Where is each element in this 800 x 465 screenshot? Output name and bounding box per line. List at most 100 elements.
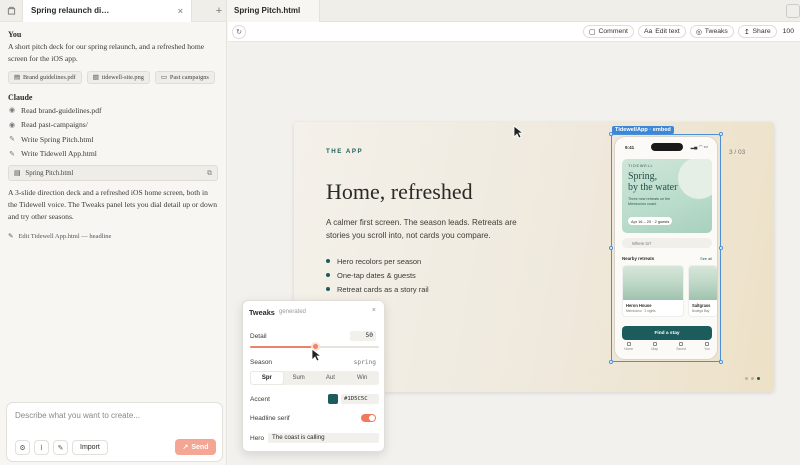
file-icon: ▤ xyxy=(14,170,21,177)
assistant-name: Claude xyxy=(8,93,33,102)
selection-outline[interactable] xyxy=(611,134,721,362)
zoom-level[interactable]: 100 xyxy=(781,25,796,38)
bullet-dot xyxy=(326,259,330,263)
selection-label: TidewellApp · embed xyxy=(612,126,674,134)
edit-text-button[interactable]: Aa Edit text xyxy=(637,25,686,38)
comment-button[interactable]: ▢ Comment xyxy=(583,25,634,38)
detail-value[interactable]: 50 xyxy=(350,331,376,341)
resize-handle[interactable] xyxy=(609,360,613,364)
resize-handle[interactable] xyxy=(609,246,613,250)
cursor-icon xyxy=(513,125,523,139)
tools-icon[interactable]: ⚙ xyxy=(15,440,30,455)
slider-fill xyxy=(250,346,315,348)
file-icon: ▤ xyxy=(14,74,20,81)
home-icon[interactable] xyxy=(0,0,22,22)
chat-thread: You A short pitch deck for our spring re… xyxy=(0,26,226,240)
step-item: ◉ Read brand-guidelines.pdf xyxy=(8,105,102,115)
send-icon: ↗ xyxy=(182,444,189,451)
text-icon: Aa xyxy=(643,28,653,35)
accent-hex-input[interactable]: #1D5C5C xyxy=(341,394,379,404)
send-button[interactable]: ↗ Send xyxy=(175,439,216,455)
step-item: ◉ Read past-campaigns/ xyxy=(8,120,88,130)
edit-note: ✎ Edit Tidewell App.html — headline xyxy=(8,232,112,241)
resize-handle[interactable] xyxy=(719,360,723,364)
attach-icon[interactable]: ⌇ xyxy=(34,440,49,455)
page-dot[interactable] xyxy=(745,377,748,380)
tab-title: Spring relaunch di… xyxy=(31,6,110,15)
pencil-icon: ✎ xyxy=(9,135,15,144)
close-icon[interactable]: × xyxy=(178,6,183,16)
bullet-item: One-tap dates & guests xyxy=(326,268,429,282)
season-option-spr[interactable]: Spr xyxy=(251,372,283,384)
panel-toggle-icon[interactable] xyxy=(786,3,800,18)
tweaks-generated-tag: generated xyxy=(279,309,307,315)
tab-spring-pitch[interactable]: Spring Pitch.html xyxy=(228,0,320,22)
close-icon[interactable]: × xyxy=(372,307,376,314)
attachment-chip[interactable]: ▤ Brand guidelines.pdf xyxy=(8,71,82,84)
user-name: You xyxy=(8,30,22,39)
hero-text-input[interactable]: The coast is calling xyxy=(268,433,379,443)
season-label: Season xyxy=(250,359,273,366)
image-icon: ▧ xyxy=(92,74,99,81)
share-icon: ↥ xyxy=(743,28,750,36)
tweaks-title: Tweaks xyxy=(249,308,275,317)
page-dot-active[interactable] xyxy=(757,377,760,380)
season-value: spring xyxy=(353,359,376,366)
bullet-item: Hero recolors per season xyxy=(326,254,429,268)
tweaks-panel: Tweaks generated × Detail 50 Season spri… xyxy=(242,300,385,452)
pencil-icon: ✎ xyxy=(8,233,14,240)
file-card[interactable]: ▤ Spring Pitch.html ⧉ xyxy=(8,165,218,181)
hero-label: Hero xyxy=(250,435,265,442)
cursor-icon xyxy=(311,348,321,362)
bullet-dot xyxy=(326,287,330,291)
page-dots[interactable] xyxy=(745,377,760,380)
chat-pane: Spring relaunch di… × + You A short pitc… xyxy=(0,0,227,465)
share-button[interactable]: ↥ Share xyxy=(737,25,777,38)
resize-handle[interactable] xyxy=(719,132,723,136)
pencil-icon[interactable]: ✎ xyxy=(53,440,68,455)
import-button[interactable]: Import xyxy=(72,440,108,455)
accent-label: Accent xyxy=(250,396,270,403)
attachment-chip[interactable]: ▧ tidewell-site.png xyxy=(86,71,150,84)
tweaks-icon: ◎ xyxy=(695,28,702,36)
refresh-icon[interactable]: ↻ xyxy=(232,24,246,39)
open-icon[interactable]: ⧉ xyxy=(207,169,212,178)
slide-headline: Home, refreshed xyxy=(326,179,473,204)
headline-serif-label: Headline serif xyxy=(250,415,290,422)
user-message: A short pitch deck for our spring relaun… xyxy=(8,42,205,63)
page-number: 3 / 03 xyxy=(729,149,746,156)
bullet-item: Retreat cards as a story rail xyxy=(326,282,429,296)
tab-spring-relaunch[interactable]: Spring relaunch di… × xyxy=(22,0,192,22)
left-tab-bar: Spring relaunch di… × + xyxy=(0,0,226,22)
right-tab-bar: Spring Pitch.html xyxy=(228,0,800,22)
prompt-input[interactable]: Describe what you want to create... xyxy=(15,411,140,420)
preview-toolbar: ↻ ▢ Comment Aa Edit text ◎ Tweaks ↥ Share 10… xyxy=(228,22,800,42)
pencil-icon: ✎ xyxy=(9,149,15,158)
step-item: ✎ Write Spring Pitch.html xyxy=(9,134,94,144)
eye-icon: ◉ xyxy=(8,106,16,115)
season-option-win[interactable]: Win xyxy=(346,372,378,384)
season-selector: Spr Sum Aut Win xyxy=(250,371,379,385)
tab-title: Spring Pitch.html xyxy=(234,6,301,15)
slide-bullets: Hero recolors per season One-tap dates &… xyxy=(326,254,429,296)
folder-icon: ▭ xyxy=(160,74,167,81)
slide-subtitle: A calmer first screen. The season leads.… xyxy=(326,218,517,240)
comment-icon: ▢ xyxy=(589,28,596,36)
composer[interactable]: Describe what you want to create... ⚙ ⌇ … xyxy=(6,402,223,462)
eye-icon: ◉ xyxy=(8,120,16,129)
attachment-chip[interactable]: ▭ Past campaigns xyxy=(154,71,215,84)
page-dot[interactable] xyxy=(751,377,754,380)
tweaks-button[interactable]: ◎ Tweaks xyxy=(689,25,734,38)
bullet-dot xyxy=(326,273,330,277)
season-option-aut[interactable]: Aut xyxy=(315,372,347,384)
slide-eyebrow: THE APP xyxy=(326,148,364,155)
new-tab-button[interactable]: + xyxy=(212,5,226,17)
detail-label: Detail xyxy=(250,333,267,340)
assistant-message: A 3-slide direction deck and a refreshed… xyxy=(8,188,218,221)
step-item: ✎ Write Tidewell App.html xyxy=(9,149,97,159)
season-option-sum[interactable]: Sum xyxy=(283,372,315,384)
attachments: ▤ Brand guidelines.pdf ▧ tidewell-site.png… xyxy=(8,71,218,84)
resize-handle[interactable] xyxy=(719,246,723,250)
accent-swatch[interactable] xyxy=(328,394,338,404)
headline-serif-toggle[interactable] xyxy=(361,414,376,422)
